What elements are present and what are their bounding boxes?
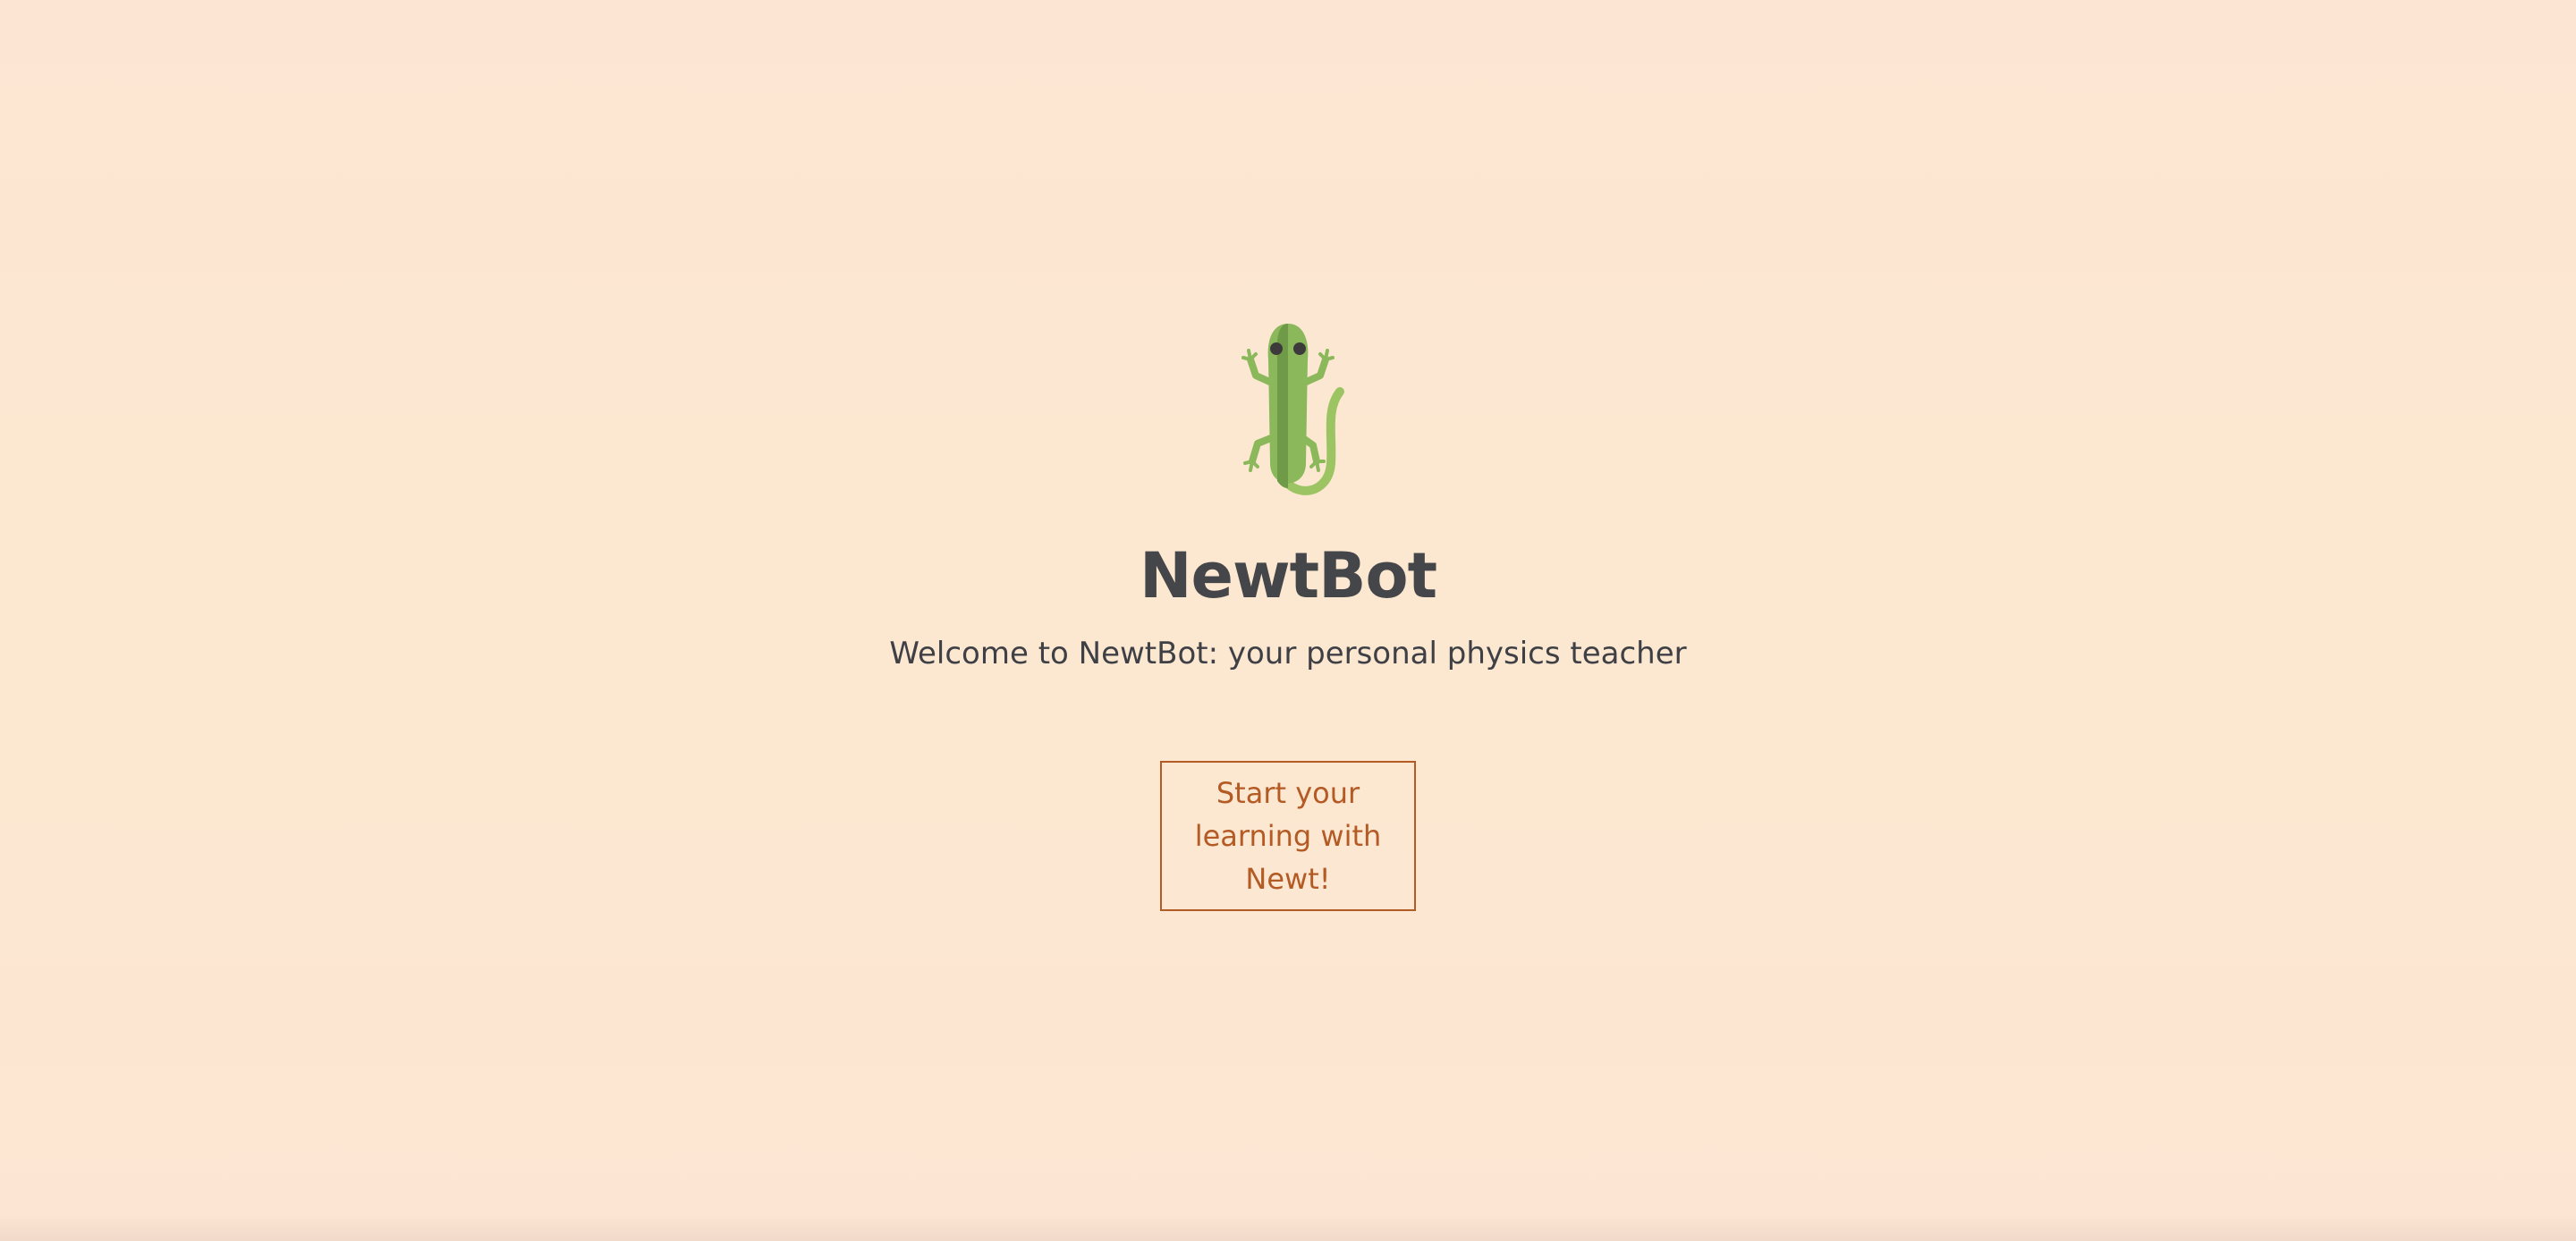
page-subtitle: Welcome to NewtBot: your personal physic… (889, 635, 1687, 671)
page-title: NewtBot (1139, 539, 1437, 612)
hero-section: NewtBot Welcome to NewtBot: your persona… (0, 320, 2576, 912)
start-learning-button[interactable]: Start your learning with Newt! (1160, 761, 1416, 912)
landing-page: NewtBot Welcome to NewtBot: your persona… (0, 0, 2576, 1241)
newt-lizard-icon (1225, 320, 1351, 508)
bottom-edge-shadow (0, 1214, 2576, 1241)
